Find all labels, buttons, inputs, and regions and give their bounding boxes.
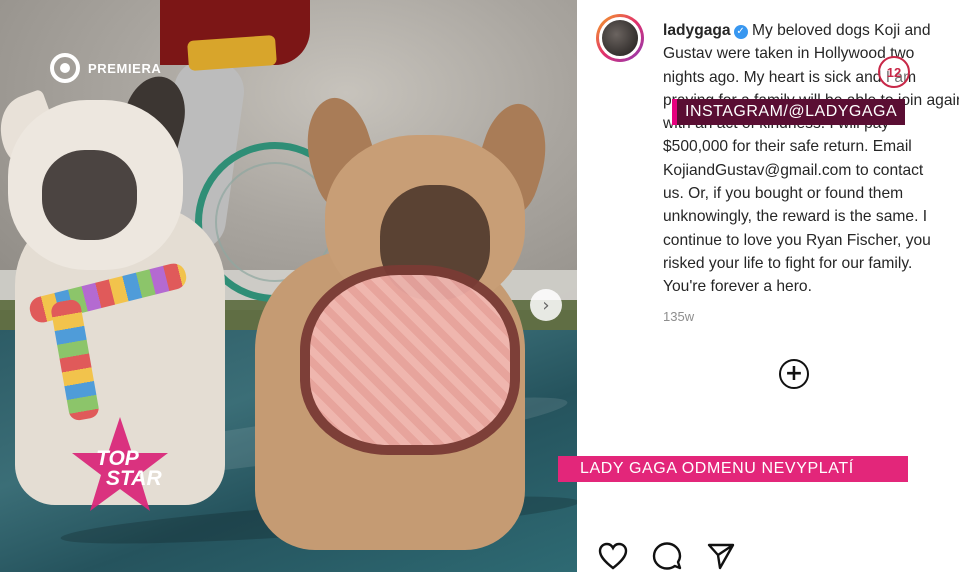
plus-icon: +	[784, 361, 804, 386]
verified-badge-icon: ✓	[733, 25, 748, 39]
caption-line: KojiandGustav@gmail.com to contact	[663, 161, 924, 179]
show-logo: TOP STAR	[70, 415, 170, 515]
add-comment-button[interactable]: +	[779, 359, 809, 389]
show-logo-line1: TOP	[96, 447, 139, 470]
caption-line: risked your life to fight for our family…	[663, 254, 913, 272]
caption-line: us. Or, if you bought or found them	[663, 185, 904, 203]
channel-logo: PREMIERA	[50, 53, 161, 83]
post-caption: ladygaga ✓ My beloved dogs Koji and Gusta…	[663, 19, 959, 299]
cyclist-bag	[187, 34, 277, 72]
video-frame: › PREMIERA TOP STAR ladygaga ✓ My beloved…	[0, 0, 959, 572]
post-timestamp[interactable]: 135w	[663, 309, 694, 324]
caption-line: You're forever a hero.	[663, 278, 812, 296]
caption-line: Gustav were taken in Hollywood two	[663, 45, 915, 63]
post-actions	[597, 540, 737, 572]
caption-line: My beloved dogs Koji and	[751, 22, 931, 39]
like-button[interactable]	[597, 540, 629, 572]
headline-banner: LADY GAGA ODMENU NEVYPLATÍ	[558, 456, 908, 482]
comment-icon	[652, 542, 682, 570]
chevron-right-icon: ›	[542, 294, 550, 316]
watermark-badge: 12	[878, 56, 910, 88]
show-logo-line2: STAR	[106, 467, 162, 490]
comment-button[interactable]	[651, 540, 683, 572]
caption-line: continue to love you Ryan Fischer, you	[663, 231, 931, 249]
white-dog-muzzle	[42, 150, 137, 240]
caption-line: $500,000 for their safe return. Email	[663, 138, 912, 156]
avatar[interactable]	[596, 14, 644, 62]
channel-logo-text: PREMIERA	[88, 60, 162, 76]
carousel-next-button[interactable]: ›	[530, 289, 562, 321]
avatar-image	[599, 17, 641, 59]
heart-icon	[598, 542, 628, 570]
premiera-logo-icon	[50, 53, 80, 83]
share-button[interactable]	[705, 540, 737, 572]
username[interactable]: ladygaga	[663, 22, 731, 39]
pink-harness	[300, 265, 520, 455]
share-icon	[707, 543, 735, 570]
source-label: INSTAGRAM/@LADYGAGA	[672, 99, 906, 125]
caption-line: unknowingly, the reward is the same. I	[663, 208, 928, 226]
